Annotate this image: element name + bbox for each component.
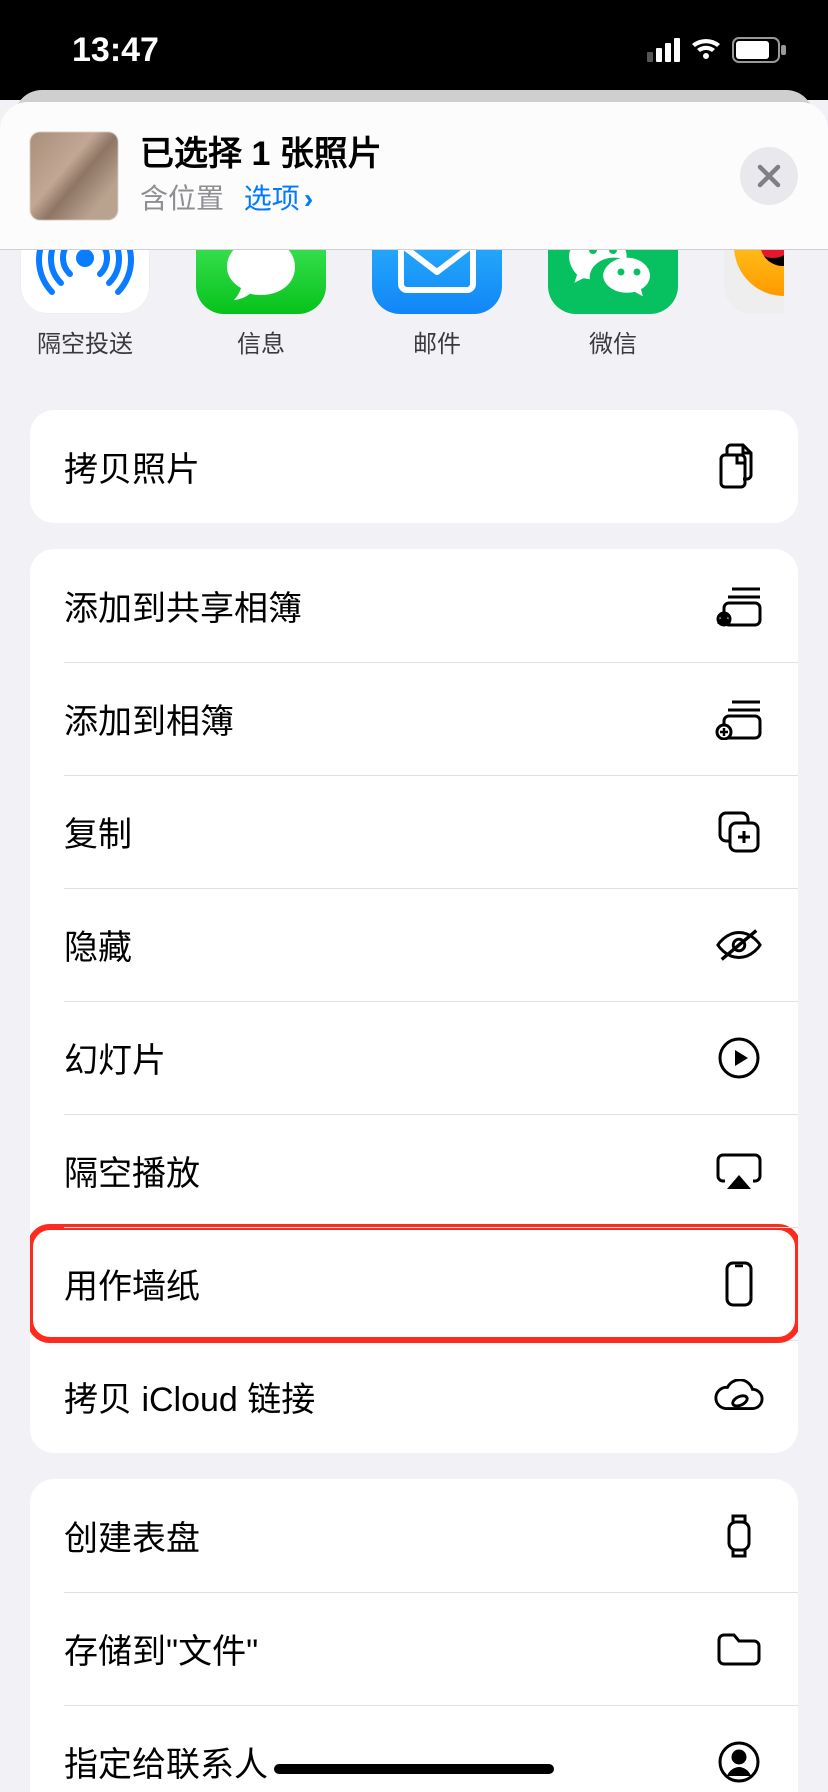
wifi-icon xyxy=(690,38,722,62)
action-watchface[interactable]: 创建表盘 xyxy=(30,1479,798,1592)
duplicate-icon xyxy=(714,809,764,855)
app-mail[interactable]: 邮件 xyxy=(372,250,502,404)
action-icloud-link[interactable]: 拷贝 iCloud 链接 xyxy=(30,1340,798,1453)
action-slideshow[interactable]: 幻灯片 xyxy=(30,1001,798,1114)
app-wechat[interactable]: 微信 xyxy=(548,250,678,404)
airplay-icon xyxy=(714,1151,764,1191)
action-label: 添加到相簿 xyxy=(64,694,714,743)
action-label: 拷贝照片 xyxy=(64,442,714,491)
action-add-album[interactable]: 添加到相簿 xyxy=(30,662,798,775)
app-label: 微信 xyxy=(548,324,678,359)
wechat-icon xyxy=(548,250,678,314)
battery-icon xyxy=(732,37,788,63)
options-link[interactable]: 选项› xyxy=(244,183,313,214)
action-label: 添加到共享相簿 xyxy=(64,581,714,630)
sheet-title: 已选择 1 张照片 xyxy=(140,134,740,175)
action-wallpaper[interactable]: 用作墙纸 xyxy=(30,1227,798,1340)
action-label: 存储到"文件" xyxy=(64,1624,714,1673)
phone-icon xyxy=(714,1260,764,1308)
copy-doc-icon xyxy=(714,443,764,491)
action-group: 添加到共享相簿 添加到相簿 复制 隐藏 xyxy=(30,549,798,1453)
airdrop-icon xyxy=(20,250,150,314)
location-note: 含位置 xyxy=(140,183,224,214)
sheet-subtitle: 含位置 选项› xyxy=(140,177,740,217)
messages-icon xyxy=(196,250,326,314)
home-indicator[interactable] xyxy=(274,1764,554,1774)
sheet-header: 已选择 1 张照片 含位置 选项› xyxy=(0,102,828,250)
action-airplay[interactable]: 隔空播放 xyxy=(30,1114,798,1227)
action-label: 创建表盘 xyxy=(64,1511,714,1560)
action-label: 隔空播放 xyxy=(64,1146,714,1195)
action-add-shared-album[interactable]: 添加到共享相簿 xyxy=(30,549,798,662)
status-indicators xyxy=(647,37,788,63)
app-extra[interactable] xyxy=(724,250,784,404)
action-group: 创建表盘 存储到"文件" 指定给联系人 打印 xyxy=(30,1479,798,1792)
action-hide[interactable]: 隐藏 xyxy=(30,888,798,1001)
mail-icon xyxy=(372,250,502,314)
action-duplicate[interactable]: 复制 xyxy=(30,775,798,888)
action-copy-photo[interactable]: 拷贝照片 xyxy=(30,410,798,523)
action-label: 用作墙纸 xyxy=(64,1259,714,1308)
person-circle-icon xyxy=(714,1740,764,1784)
watch-icon xyxy=(714,1512,764,1560)
share-apps-row[interactable]: 隔空投送 信息 邮件 微信 xyxy=(0,250,828,410)
action-label: 指定给联系人 xyxy=(64,1737,714,1786)
album-add-icon xyxy=(714,698,764,740)
eye-slash-icon xyxy=(714,926,764,964)
app-label: 隔空投送 xyxy=(20,324,150,359)
actions-list[interactable]: 拷贝照片 添加到共享相簿 添加到相簿 复制 xyxy=(0,410,828,1792)
app-label: 信息 xyxy=(196,324,326,359)
action-save-files[interactable]: 存储到"文件" xyxy=(30,1592,798,1705)
action-label: 幻灯片 xyxy=(64,1033,714,1082)
photo-thumbnail[interactable] xyxy=(30,132,118,220)
play-circle-icon xyxy=(714,1036,764,1080)
app-airdrop[interactable]: 隔空投送 xyxy=(20,250,150,404)
action-label: 隐藏 xyxy=(64,920,714,969)
close-button[interactable] xyxy=(740,147,798,205)
app-messages[interactable]: 信息 xyxy=(196,250,326,404)
chevron-right-icon: › xyxy=(304,183,313,214)
action-group: 拷贝照片 xyxy=(30,410,798,523)
status-bar: 13:47 xyxy=(0,0,828,100)
app-label: 邮件 xyxy=(372,324,502,359)
status-time: 13:47 xyxy=(72,31,159,70)
weibo-icon xyxy=(724,250,784,314)
shared-album-icon xyxy=(714,585,764,627)
cloud-link-icon xyxy=(714,1379,764,1415)
share-sheet: 已选择 1 张照片 含位置 选项› xyxy=(0,102,828,1792)
action-assign-contact[interactable]: 指定给联系人 xyxy=(30,1705,798,1792)
folder-icon xyxy=(714,1630,764,1668)
action-label: 拷贝 iCloud 链接 xyxy=(64,1372,714,1421)
action-label: 复制 xyxy=(64,807,714,856)
close-icon xyxy=(756,163,782,189)
cellular-icon xyxy=(647,38,680,62)
